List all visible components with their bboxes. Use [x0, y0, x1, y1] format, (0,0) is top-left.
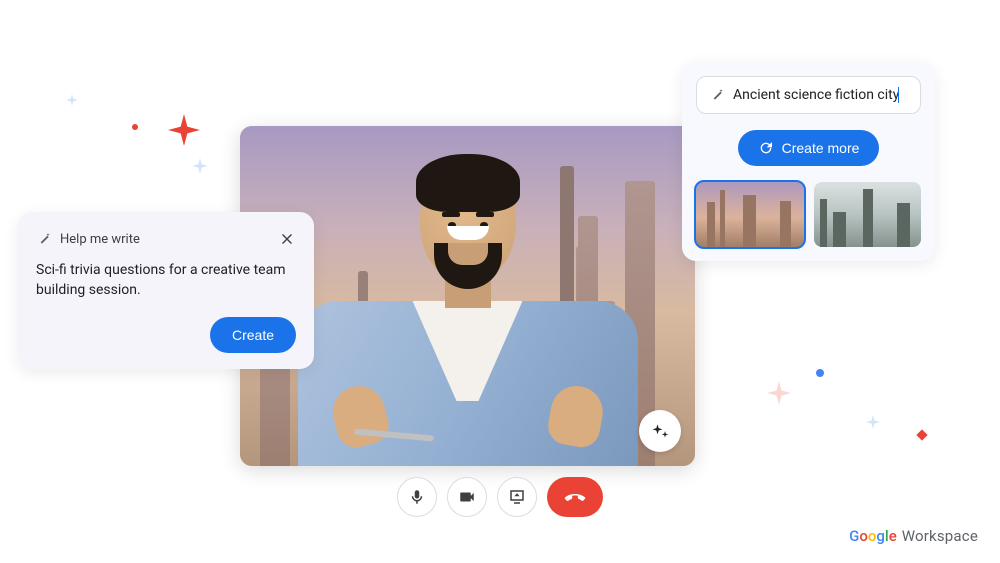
close-button[interactable] [278, 230, 296, 248]
camera-icon [458, 488, 476, 506]
meeting-controls [397, 477, 603, 517]
refresh-icon [758, 140, 774, 156]
workspace-wordmark: Workspace [902, 527, 978, 545]
help-me-write-panel: Help me write Sci-fi trivia questions fo… [18, 212, 314, 369]
microphone-button[interactable] [397, 477, 437, 517]
sparkle-icon [168, 114, 200, 146]
microphone-icon [408, 488, 426, 506]
generate-background-button[interactable] [639, 410, 681, 452]
sparkle-icon [866, 415, 880, 429]
create-button-label: Create [232, 327, 274, 343]
background-thumbnail[interactable] [696, 182, 804, 247]
dot-decoration [132, 124, 138, 130]
participant-avatar [298, 166, 638, 466]
hangup-button[interactable] [547, 477, 603, 517]
background-thumbnails [696, 182, 921, 247]
create-more-label: Create more [782, 140, 860, 156]
background-thumbnail[interactable] [814, 182, 922, 247]
help-me-write-title: Help me write [60, 232, 270, 247]
google-workspace-logo: Google Workspace [849, 527, 978, 545]
dot-decoration [816, 369, 824, 377]
hangup-icon [563, 485, 587, 509]
close-icon [280, 232, 294, 246]
help-me-write-prompt: Sci-fi trivia questions for a creative t… [36, 260, 296, 301]
sparkle-icon [192, 158, 208, 174]
create-button[interactable]: Create [210, 317, 296, 353]
google-wordmark: Google [849, 527, 897, 545]
background-prompt-input[interactable]: Ancient science fiction city [696, 76, 921, 114]
sparkle-icon [767, 381, 791, 405]
sparkles-icon [650, 421, 670, 441]
background-generator-panel: Ancient science fiction city Create more [682, 62, 935, 261]
create-more-button[interactable]: Create more [738, 130, 880, 166]
sparkle-icon [66, 94, 78, 106]
present-button[interactable] [497, 477, 537, 517]
diamond-decoration [916, 429, 927, 440]
camera-button[interactable] [447, 477, 487, 517]
prompt-input-value: Ancient science fiction city [733, 87, 908, 103]
magic-wand-icon [36, 231, 52, 247]
present-screen-icon [508, 488, 526, 506]
magic-wand-icon [709, 87, 725, 103]
